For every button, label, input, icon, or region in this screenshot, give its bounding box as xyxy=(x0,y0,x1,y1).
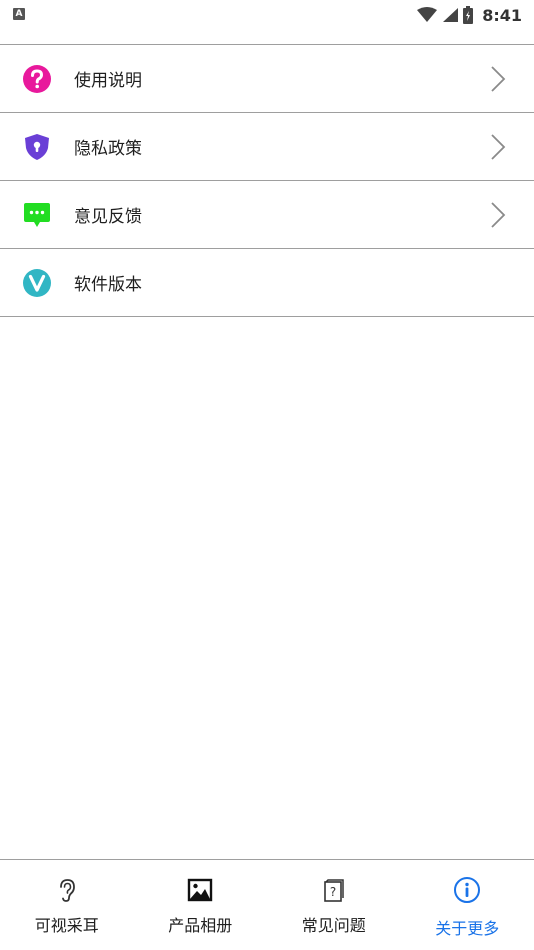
chevron-right-icon xyxy=(491,65,506,92)
menu-item-software-version[interactable]: 软件版本 xyxy=(0,249,534,317)
status-time: 8:41 xyxy=(482,5,522,25)
image-icon xyxy=(188,878,213,902)
tab-about-more[interactable]: 关于更多 xyxy=(401,860,534,950)
version-v-icon xyxy=(23,268,51,297)
status-icons: 8:41 xyxy=(417,4,522,26)
privacy-shield-icon xyxy=(25,133,49,160)
help-question-icon xyxy=(23,64,51,93)
menu-item-label: 意见反馈 xyxy=(74,207,142,227)
tab-faq[interactable]: ? 常见问题 xyxy=(267,860,401,950)
tab-label: 可视采耳 xyxy=(34,916,99,935)
notification-app-icon: A xyxy=(13,8,25,20)
menu-item-label: 隐私政策 xyxy=(74,139,142,159)
feedback-chat-icon xyxy=(24,202,50,227)
ear-icon xyxy=(59,879,75,902)
tab-label: 产品相册 xyxy=(168,916,233,935)
bottom-tab-bar: 可视采耳 产品相册 ? 常见问题 关于更多 xyxy=(0,860,534,950)
wifi-icon xyxy=(417,7,438,22)
svg-text:?: ? xyxy=(330,885,336,899)
menu-item-privacy-policy[interactable]: 隐私政策 xyxy=(0,113,534,181)
status-bar: A 8:41 xyxy=(0,0,534,30)
signal-icon xyxy=(443,8,459,22)
chevron-right-icon xyxy=(491,133,506,160)
faq-book-icon: ? xyxy=(323,879,344,902)
tab-label: 关于更多 xyxy=(435,919,500,938)
tab-product-album[interactable]: 产品相册 xyxy=(134,860,268,950)
info-circle-icon xyxy=(454,877,481,903)
battery-icon xyxy=(463,6,474,24)
tab-visual-ear-cleaning[interactable]: 可视采耳 xyxy=(0,860,134,950)
menu-item-feedback[interactable]: 意见反馈 xyxy=(0,181,534,249)
menu-item-label: 软件版本 xyxy=(74,275,142,295)
menu-item-instructions[interactable]: 使用说明 xyxy=(0,45,534,113)
menu-item-label: 使用说明 xyxy=(74,71,142,91)
tab-label: 常见问题 xyxy=(301,916,366,935)
chevron-right-icon xyxy=(491,201,506,228)
settings-menu: 使用说明 隐私政策 意见反馈 软件版本 xyxy=(0,45,534,317)
